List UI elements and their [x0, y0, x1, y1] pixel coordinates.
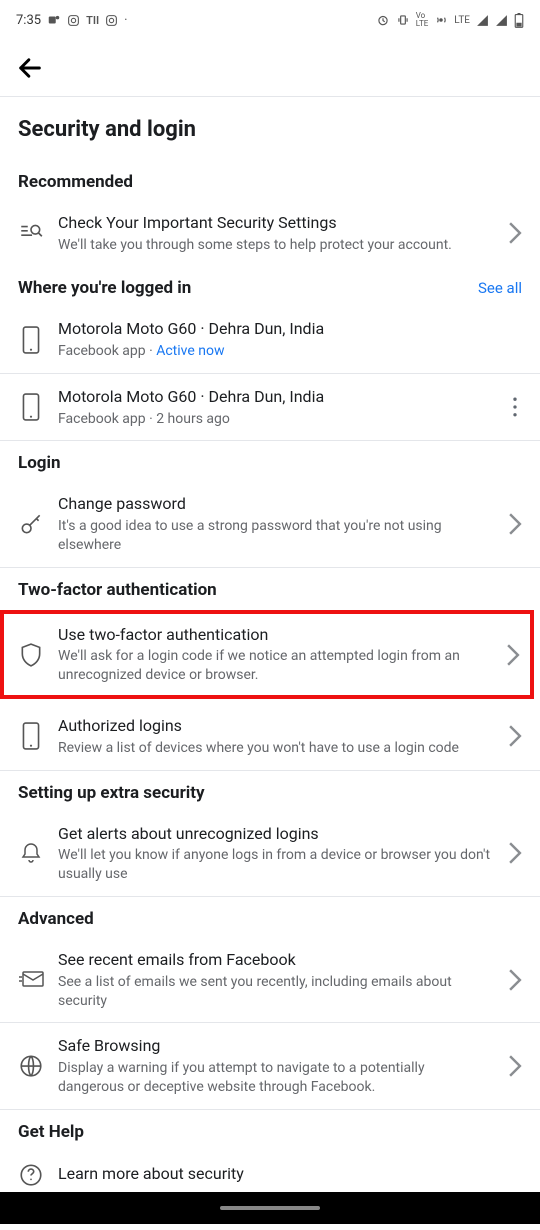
item-title: Check Your Important Security Settings [58, 212, 494, 234]
chevron-right-icon [508, 222, 522, 244]
lte-label: LTE [454, 15, 470, 26]
nav-pill[interactable] [220, 1206, 320, 1210]
phone-icon [18, 327, 44, 353]
alarm-icon [376, 13, 390, 27]
section-header-get-help: Get Help [0, 1110, 540, 1150]
device-title: Motorola Moto G60 · Dehra Dun, India [58, 318, 522, 340]
text-icon: TII [86, 14, 99, 27]
android-nav-bar [0, 1192, 540, 1224]
item-title: Learn more about security [58, 1163, 522, 1185]
item-sub: See a list of emails we sent you recentl… [58, 973, 494, 1011]
section-title: Where you're logged in [18, 278, 191, 298]
section-header-logged-in: Where you're logged in See all [0, 266, 540, 306]
device-sub: Facebook app · 2 hours ago [58, 410, 494, 429]
item-recent-emails[interactable]: See recent emails from Facebook See a li… [0, 937, 540, 1023]
help-icon [18, 1162, 44, 1188]
chevron-right-icon [506, 644, 520, 666]
highlight-2fa: Use two-factor authentication We'll ask … [0, 610, 534, 699]
mail-icon [18, 967, 44, 993]
device-item-1[interactable]: Motorola Moto G60 · Dehra Dun, India Fac… [0, 374, 540, 441]
page-title: Security and login [0, 97, 540, 160]
item-sub: Review a list of devices where you won't… [58, 739, 494, 758]
vibrate-icon [396, 13, 410, 27]
item-learn-more[interactable]: Learn more about security [0, 1150, 540, 1192]
status-bar: 7:35 TII · VoLTE LTE [0, 0, 540, 40]
search-list-icon [18, 220, 44, 246]
section-header-extra-security: Setting up extra security [0, 771, 540, 811]
dot-icon: · [124, 13, 127, 28]
phone-icon [18, 723, 44, 749]
item-use-2fa[interactable]: Use two-factor authentication We'll ask … [4, 614, 530, 695]
device-item-0[interactable]: Motorola Moto G60 · Dehra Dun, India Fac… [0, 306, 540, 373]
status-left: 7:35 TII · [16, 13, 128, 28]
bell-icon [18, 840, 44, 866]
item-title: Safe Browsing [58, 1035, 494, 1057]
item-title: Use two-factor authentication [58, 624, 492, 646]
status-time: 7:35 [16, 13, 41, 28]
chevron-right-icon [508, 725, 522, 747]
key-icon [18, 511, 44, 537]
section-header-advanced: Advanced [0, 897, 540, 937]
item-alerts[interactable]: Get alerts about unrecognized logins We'… [0, 811, 540, 897]
see-all-link[interactable]: See all [478, 279, 522, 297]
instagram-icon [67, 14, 80, 27]
chevron-right-icon [508, 513, 522, 535]
teams-icon [47, 13, 61, 27]
device-title: Motorola Moto G60 · Dehra Dun, India [58, 386, 494, 408]
item-sub: Display a warning if you attempt to navi… [58, 1059, 494, 1097]
section-header-recommended: Recommended [0, 160, 540, 200]
item-title: See recent emails from Facebook [58, 949, 494, 971]
item-safe-browsing[interactable]: Safe Browsing Display a warning if you a… [0, 1023, 540, 1109]
chevron-right-icon [508, 842, 522, 864]
shield-icon [18, 642, 44, 668]
item-authorized-logins[interactable]: Authorized logins Review a list of devic… [0, 703, 540, 770]
item-title: Authorized logins [58, 715, 494, 737]
phone-icon [18, 394, 44, 420]
instagram-icon-2 [105, 14, 118, 27]
chevron-right-icon [508, 1055, 522, 1077]
status-right: VoLTE LTE [376, 12, 524, 28]
battery-icon [514, 13, 524, 28]
hotspot-icon [434, 13, 448, 27]
item-sub: We'll ask for a login code if we notice … [58, 647, 492, 685]
signal-icon-2 [495, 14, 508, 27]
app-bar [0, 40, 540, 96]
item-check-security-settings[interactable]: Check Your Important Security Settings W… [0, 200, 540, 266]
item-sub: It's a good idea to use a strong passwor… [58, 517, 494, 555]
item-title: Change password [58, 493, 494, 515]
signal-icon [476, 14, 489, 27]
section-header-2fa: Two-factor authentication [0, 568, 540, 608]
item-sub: We'll let you know if anyone logs in fro… [58, 846, 494, 884]
back-button[interactable] [16, 54, 44, 82]
item-change-password[interactable]: Change password It's a good idea to use … [0, 481, 540, 567]
volte-icon: VoLTE [416, 12, 429, 28]
more-options-button[interactable] [508, 393, 522, 421]
chevron-right-icon [508, 969, 522, 991]
globe-icon [18, 1053, 44, 1079]
item-sub: We'll take you through some steps to hel… [58, 236, 494, 255]
device-sub: Facebook app · Active now [58, 342, 522, 361]
section-header-login: Login [0, 441, 540, 481]
item-title: Get alerts about unrecognized logins [58, 823, 494, 845]
